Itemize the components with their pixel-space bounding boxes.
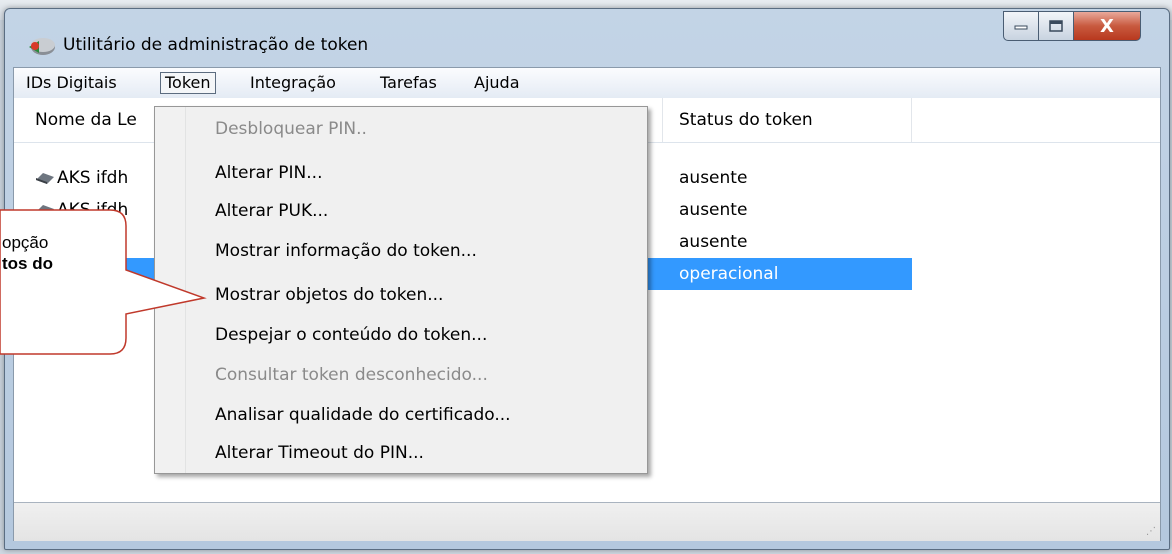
minimize-icon [1014,25,1028,30]
close-icon: X [1100,15,1114,37]
menu-item-alterar-timeout[interactable]: Alterar Timeout do PIN... [215,435,424,471]
minimize-button[interactable] [1003,11,1039,41]
row-status: ausente [679,200,748,220]
status-bar: ⋰ [14,502,1160,541]
column-separator[interactable] [911,98,912,142]
column-separator[interactable] [662,98,663,142]
maximize-icon [1049,20,1063,32]
column-header-status[interactable]: Status do token [679,98,813,142]
menu-item-analisar-certificado[interactable]: Analisar qualidade do certificado... [215,397,511,433]
resize-grip-icon[interactable]: ⋰ [1146,526,1156,537]
row-status: ausente [679,232,748,252]
callout-line1: opção [2,233,49,252]
callout-line2: tos do [2,253,53,274]
callout-text: opção tos do [2,232,53,274]
row-status: ausente [679,168,748,188]
maximize-button[interactable] [1038,11,1074,41]
menu-item-consultar-token: Consultar token desconhecido... [215,365,488,385]
row-status: operacional [679,264,779,284]
annotation-callout [0,209,207,355]
close-button[interactable]: X [1073,11,1141,41]
callout-line2-bold: tos do [2,254,53,273]
menu-ajuda[interactable]: Ajuda [470,72,524,94]
